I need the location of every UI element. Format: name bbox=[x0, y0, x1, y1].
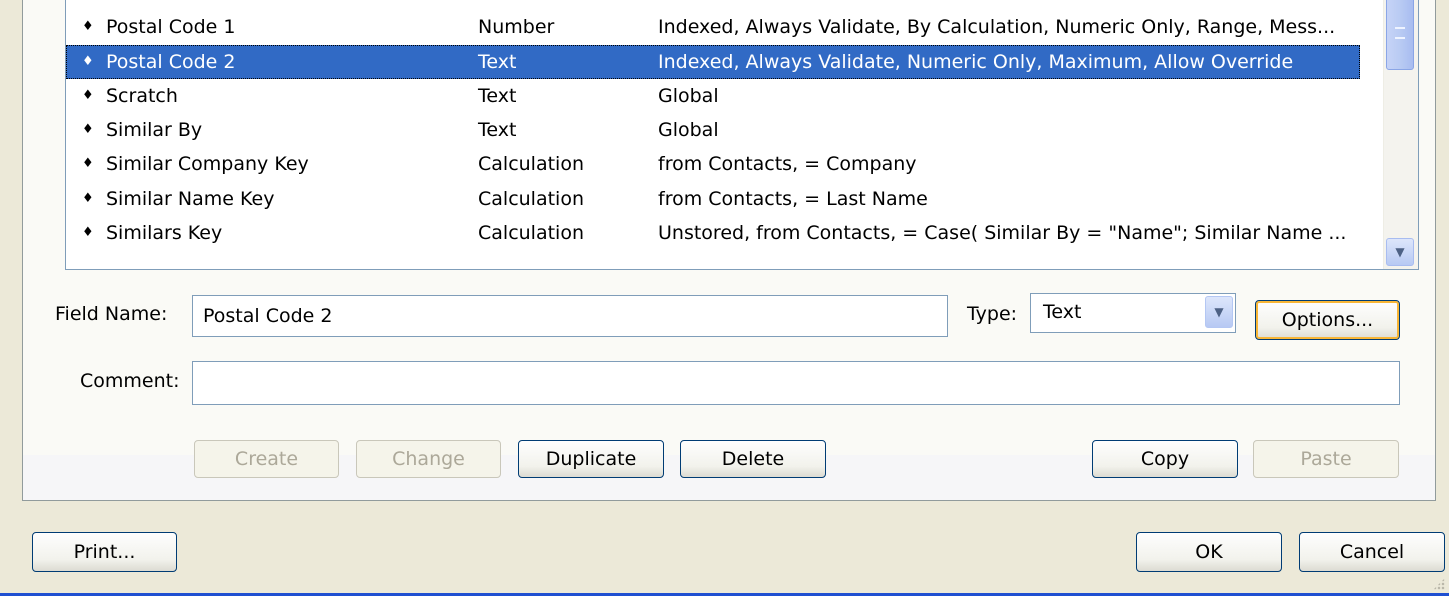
field-definition-panel: ▲︎ Phone 2 Text ♦ Postal Code 1 Number I… bbox=[22, 0, 1436, 501]
field-name-cell: Postal Code 2 bbox=[106, 50, 236, 73]
field-name-cell: Similar Company Key bbox=[106, 153, 309, 176]
field-list-rows: ▲︎ Phone 2 Text ♦ Postal Code 1 Number I… bbox=[66, 0, 1360, 250]
cancel-button-label: Cancel bbox=[1339, 541, 1405, 563]
field-name-cell: Similars Key bbox=[106, 222, 223, 245]
field-options-cell: Global bbox=[658, 119, 719, 142]
cancel-button[interactable]: Cancel bbox=[1299, 532, 1445, 572]
chevron-down-icon: ▼ bbox=[1214, 305, 1224, 319]
reorder-arrows-icon[interactable]: ♦ bbox=[82, 45, 94, 79]
table-row[interactable]: ♦ Similar By Text Global bbox=[66, 113, 1360, 147]
print-button[interactable]: Print... bbox=[32, 532, 177, 572]
table-row[interactable]: ♦ Scratch Text Global bbox=[66, 79, 1360, 113]
field-type-cell: Text bbox=[478, 0, 516, 10]
table-row-selected[interactable]: ♦ Postal Code 2 Text Indexed, Always Val… bbox=[66, 44, 1360, 79]
field-options-cell: Global bbox=[658, 84, 719, 107]
field-name-cell: Postal Code 1 bbox=[106, 16, 236, 39]
change-button-label: Change bbox=[392, 448, 465, 470]
reorder-arrows-icon[interactable]: ♦ bbox=[82, 216, 94, 250]
change-button[interactable]: Change bbox=[356, 440, 501, 478]
copy-button[interactable]: Copy bbox=[1092, 440, 1238, 478]
resize-grip-icon[interactable] bbox=[1433, 578, 1445, 590]
field-list[interactable]: ▲︎ Phone 2 Text ♦ Postal Code 1 Number I… bbox=[65, 0, 1419, 270]
scrollbar-thumb[interactable] bbox=[1386, 0, 1414, 70]
field-type-cell: Calculation bbox=[478, 187, 584, 210]
field-options-cell: Unstored, from Contacts, = Case( Similar… bbox=[658, 222, 1347, 245]
reorder-arrows-icon[interactable]: ♦ bbox=[82, 182, 94, 216]
paste-button-label: Paste bbox=[1300, 448, 1352, 470]
delete-button-label: Delete bbox=[721, 448, 785, 470]
paste-button[interactable]: Paste bbox=[1253, 440, 1399, 478]
field-type-cell: Text bbox=[478, 84, 517, 107]
reorder-arrows-icon[interactable]: ♦ bbox=[82, 79, 94, 113]
type-label: Type: bbox=[967, 303, 1018, 325]
field-name-input[interactable]: Postal Code 2 bbox=[192, 295, 948, 337]
reorder-arrows-icon[interactable]: ♦ bbox=[82, 10, 94, 44]
duplicate-button[interactable]: Duplicate bbox=[518, 440, 664, 478]
copy-button-label: Copy bbox=[1140, 448, 1190, 470]
field-type-cell: Text bbox=[478, 119, 517, 142]
type-select[interactable]: Text ▼ bbox=[1030, 293, 1236, 333]
options-button[interactable]: Options... bbox=[1255, 300, 1400, 340]
field-type-cell: Text bbox=[478, 50, 517, 73]
table-row[interactable]: ♦ Postal Code 1 Number Indexed, Always V… bbox=[66, 10, 1360, 44]
comment-label: Comment: bbox=[80, 370, 180, 392]
field-list-scrollbar[interactable]: ▼ bbox=[1383, 0, 1418, 269]
field-type-cell: Calculation bbox=[478, 153, 584, 176]
type-select-value: Text bbox=[1043, 301, 1082, 323]
ok-button[interactable]: OK bbox=[1136, 532, 1282, 572]
comment-input[interactable] bbox=[192, 361, 1400, 405]
duplicate-button-label: Duplicate bbox=[545, 448, 637, 470]
print-button-label: Print... bbox=[73, 541, 136, 563]
table-row[interactable]: ▲︎ Phone 2 Text bbox=[66, 0, 1360, 10]
field-options-cell: from Contacts, = Company bbox=[658, 153, 917, 176]
chevron-down-icon: ▼ bbox=[1395, 245, 1405, 259]
field-type-cell: Number bbox=[478, 16, 555, 39]
reorder-arrows-icon[interactable]: ♦ bbox=[82, 113, 94, 147]
scroll-down-button[interactable]: ▼ bbox=[1386, 238, 1414, 266]
field-options-cell: from Contacts, = Last Name bbox=[658, 187, 928, 210]
field-type-cell: Calculation bbox=[478, 222, 584, 245]
field-options-cell: Indexed, Always Validate, Numeric Only, … bbox=[658, 50, 1294, 73]
ok-button-label: OK bbox=[1195, 541, 1223, 563]
field-name-cell: Phone 2 bbox=[106, 0, 183, 10]
field-name-label: Field Name: bbox=[55, 303, 168, 325]
dropdown-button[interactable]: ▼ bbox=[1205, 296, 1233, 328]
delete-button[interactable]: Delete bbox=[680, 440, 826, 478]
reorder-arrows-icon[interactable]: ▲︎ bbox=[82, 0, 92, 10]
create-button-label: Create bbox=[234, 448, 299, 470]
field-name-cell: Similar Name Key bbox=[106, 187, 275, 210]
field-name-cell: Similar By bbox=[106, 119, 203, 142]
table-row[interactable]: ♦ Similar Name Key Calculation from Cont… bbox=[66, 182, 1360, 216]
field-options-cell: Indexed, Always Validate, By Calculation… bbox=[658, 16, 1336, 39]
table-row[interactable]: ♦ Similar Company Key Calculation from C… bbox=[66, 147, 1360, 181]
options-button-label: Options... bbox=[1281, 309, 1374, 331]
field-name-cell: Scratch bbox=[106, 84, 178, 107]
reorder-arrows-icon[interactable]: ♦ bbox=[82, 147, 94, 181]
table-row[interactable]: ♦ Similars Key Calculation Unstored, fro… bbox=[66, 216, 1360, 250]
create-button[interactable]: Create bbox=[194, 440, 339, 478]
